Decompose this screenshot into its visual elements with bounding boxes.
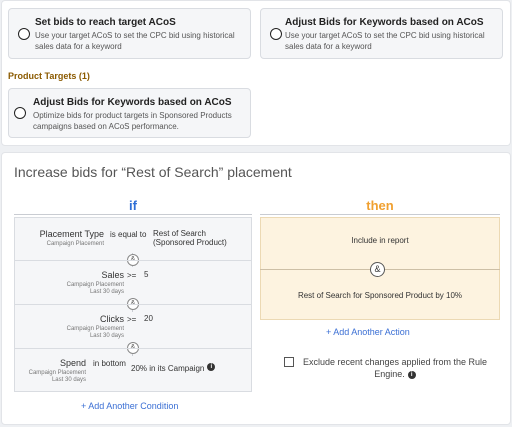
and-connector: & bbox=[370, 262, 385, 277]
condition-timeframe: Last 30 days bbox=[89, 333, 124, 339]
radio-button[interactable] bbox=[270, 28, 282, 40]
option-title: Set bids to reach target ACoS bbox=[35, 17, 176, 28]
option-description: Use your target ACoS to set the CPC bid … bbox=[285, 31, 485, 51]
condition-scope: Campaign Placement bbox=[66, 282, 124, 288]
condition-operator[interactable]: in bottom bbox=[93, 359, 126, 368]
info-icon[interactable]: i bbox=[207, 362, 216, 371]
divider bbox=[14, 304, 252, 305]
condition-scope: Campaign Placement bbox=[46, 241, 104, 247]
action-adjust-bid: Rest of Search for Sponsored Product by … bbox=[297, 291, 463, 300]
condition-value[interactable]: Rest of Search bbox=[153, 229, 206, 238]
divider bbox=[14, 214, 252, 215]
exclude-changes-label: Exclude recent changes applied from the … bbox=[302, 357, 488, 379]
product-targets-heading: Product Targets (1) bbox=[8, 71, 90, 81]
condition-name: Spend bbox=[59, 358, 86, 368]
divider bbox=[260, 214, 500, 215]
condition-value[interactable]: 20% in its Campaign bbox=[131, 364, 204, 373]
condition-value-detail: (Sponsored Product) bbox=[153, 238, 227, 247]
add-condition-link[interactable]: + Add Another Condition bbox=[81, 401, 178, 411]
condition-value-group: 20% in its Campaign i bbox=[131, 358, 216, 376]
condition-value[interactable]: 20 bbox=[144, 314, 153, 323]
condition-name: Placement Type bbox=[39, 229, 104, 239]
condition-operator[interactable]: is equal to bbox=[110, 230, 146, 239]
radio-button[interactable] bbox=[14, 107, 26, 119]
add-action-link[interactable]: + Add Another Action bbox=[326, 327, 410, 337]
condition-value[interactable]: 5 bbox=[144, 270, 148, 279]
condition-scope: Campaign Placement bbox=[66, 326, 124, 332]
radio-button[interactable] bbox=[18, 28, 30, 40]
condition-operator[interactable]: >= bbox=[127, 271, 136, 280]
option-card-product-targets-acos[interactable]: Adjust Bids for Keywords based on ACoS O… bbox=[8, 88, 251, 138]
action-include-in-report: Include in report bbox=[351, 236, 409, 245]
condition-name: Sales bbox=[101, 270, 124, 280]
condition-operator[interactable]: >= bbox=[127, 315, 136, 324]
option-description: Optimize bids for product targets in Spo… bbox=[33, 111, 232, 131]
divider bbox=[14, 260, 252, 261]
option-card-adjust-bids-keywords[interactable]: Adjust Bids for Keywords based on ACoS U… bbox=[260, 8, 503, 59]
condition-timeframe: Last 30 days bbox=[51, 377, 86, 383]
divider bbox=[14, 348, 252, 349]
option-description: Use your target ACoS to set the CPC bid … bbox=[35, 31, 235, 51]
rule-title: Increase bids for “Rest of Search” place… bbox=[14, 164, 292, 180]
info-icon[interactable]: i bbox=[407, 370, 416, 379]
if-header: if bbox=[129, 198, 137, 213]
exclude-changes-checkbox[interactable] bbox=[284, 357, 294, 367]
condition-scope: Campaign Placement bbox=[28, 370, 86, 376]
then-header: then bbox=[366, 198, 394, 213]
condition-name: Clicks bbox=[100, 314, 124, 324]
option-card-set-bids-target-acos[interactable]: Set bids to reach target ACoS Use your t… bbox=[8, 8, 251, 59]
condition-timeframe: Last 30 days bbox=[89, 289, 124, 295]
option-title: Adjust Bids for Keywords based on ACoS bbox=[285, 17, 484, 28]
option-title: Adjust Bids for Keywords based on ACoS bbox=[33, 97, 232, 108]
